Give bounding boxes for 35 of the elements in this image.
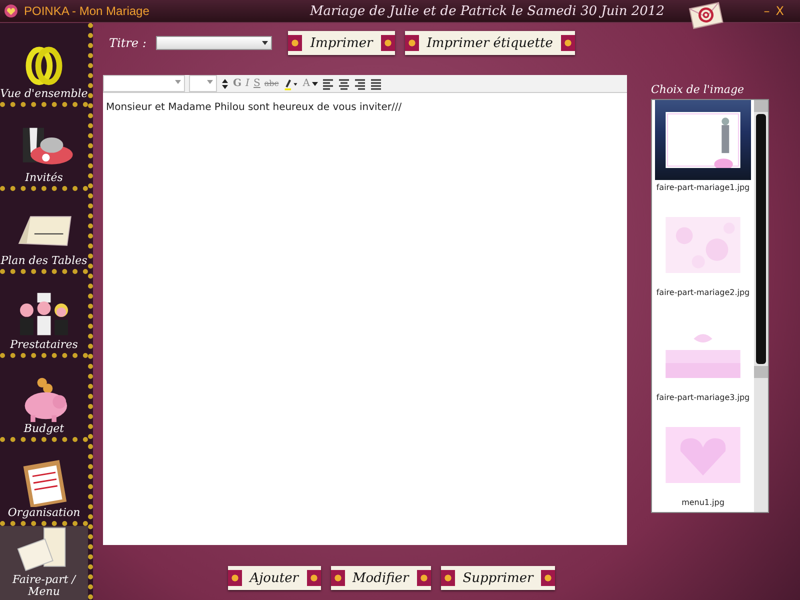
window-control[interactable]: X — [776, 4, 784, 18]
spinner-icon[interactable] — [221, 76, 229, 90]
caret-icon — [262, 41, 268, 45]
sidebar-item[interactable]: Faire-part / Menu — [0, 526, 88, 600]
image-option[interactable]: faire-part-mariage3.jpg — [652, 310, 754, 403]
sidebar-item[interactable]: Prestataires — [0, 274, 88, 358]
text-editor[interactable]: Monsieur et Madame Philou sont heureux de vous inviter/// — [103, 93, 627, 545]
action-button[interactable]: Modifier — [330, 566, 431, 590]
caret-icon — [175, 80, 181, 84]
caret-icon — [207, 80, 213, 84]
align-icon[interactable] — [370, 78, 382, 90]
align-icon[interactable] — [322, 78, 334, 90]
app-title: POINKA - Mon Mariage — [24, 4, 150, 18]
highlighter-icon[interactable] — [282, 76, 299, 90]
caret-icon[interactable] — [312, 82, 318, 86]
app-logo-icon — [4, 4, 18, 18]
print-button[interactable]: Imprimer — [288, 31, 395, 55]
title-dropdown[interactable] — [156, 36, 272, 50]
align-icon[interactable] — [338, 78, 350, 90]
panel-title: Choix de l'image — [651, 83, 745, 96]
image-option[interactable]: faire-part-mariage2.jpg — [652, 205, 754, 298]
action-button[interactable]: Supprimer — [440, 566, 556, 590]
window-control[interactable]: – — [764, 4, 770, 18]
title-label: Titre : — [109, 36, 146, 50]
window-title: Mariage de Julie et de Patrick le Samedi 30 Juin 2012 — [310, 4, 664, 18]
sidebar-item[interactable]: Budget — [0, 358, 88, 442]
action-button[interactable]: Ajouter — [228, 566, 320, 590]
invitation-text: Monsieur et Madame Philou sont heureux de vous inviter/// — [106, 102, 402, 113]
image-option[interactable]: menu1.jpg — [652, 415, 754, 508]
scrollbar[interactable] — [754, 100, 768, 512]
sidebar-item[interactable]: Plan des Tables — [0, 190, 88, 274]
align-icon[interactable] — [354, 78, 366, 90]
print-button[interactable]: Imprimer étiquette — [404, 31, 575, 55]
sidebar-item[interactable]: Invités — [0, 106, 88, 191]
sidebar-item[interactable]: Vue d'ensemble — [0, 23, 88, 107]
